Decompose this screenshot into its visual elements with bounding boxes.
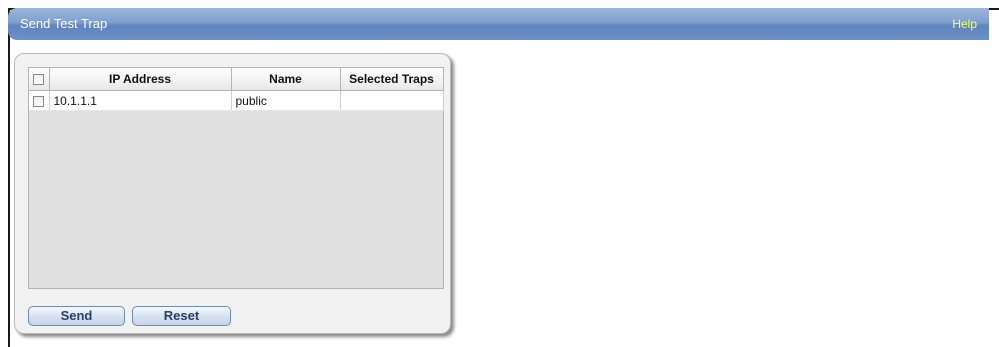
selected-traps-cell[interactable] [340, 90, 444, 111]
row-checkbox[interactable] [33, 95, 45, 107]
column-header-ip-address[interactable]: IP Address [49, 68, 232, 91]
column-header-selected-traps[interactable]: Selected Traps [340, 68, 444, 91]
ip-address-cell: 10.1.1.1 [49, 90, 232, 111]
trap-receivers-grid: IP Address Name Selected Traps 10.1.1.1 … [28, 67, 444, 289]
select-all-header [29, 68, 50, 91]
trap-panel: IP Address Name Selected Traps 10.1.1.1 … [14, 53, 451, 334]
table-row[interactable]: 10.1.1.1 public [29, 90, 444, 111]
send-button[interactable]: Send [28, 306, 125, 326]
title-bar: Send Test Trap Help [8, 8, 989, 40]
help-link[interactable]: Help [952, 17, 977, 31]
reset-button[interactable]: Reset [132, 306, 231, 326]
row-select-cell [29, 90, 50, 111]
page-title: Send Test Trap [20, 16, 108, 31]
trap-receivers-table: IP Address Name Selected Traps 10.1.1.1 … [29, 68, 444, 111]
name-cell: public [231, 90, 341, 111]
select-all-checkbox[interactable] [33, 74, 45, 86]
column-header-name[interactable]: Name [231, 68, 341, 91]
table-header-row: IP Address Name Selected Traps [29, 68, 444, 91]
